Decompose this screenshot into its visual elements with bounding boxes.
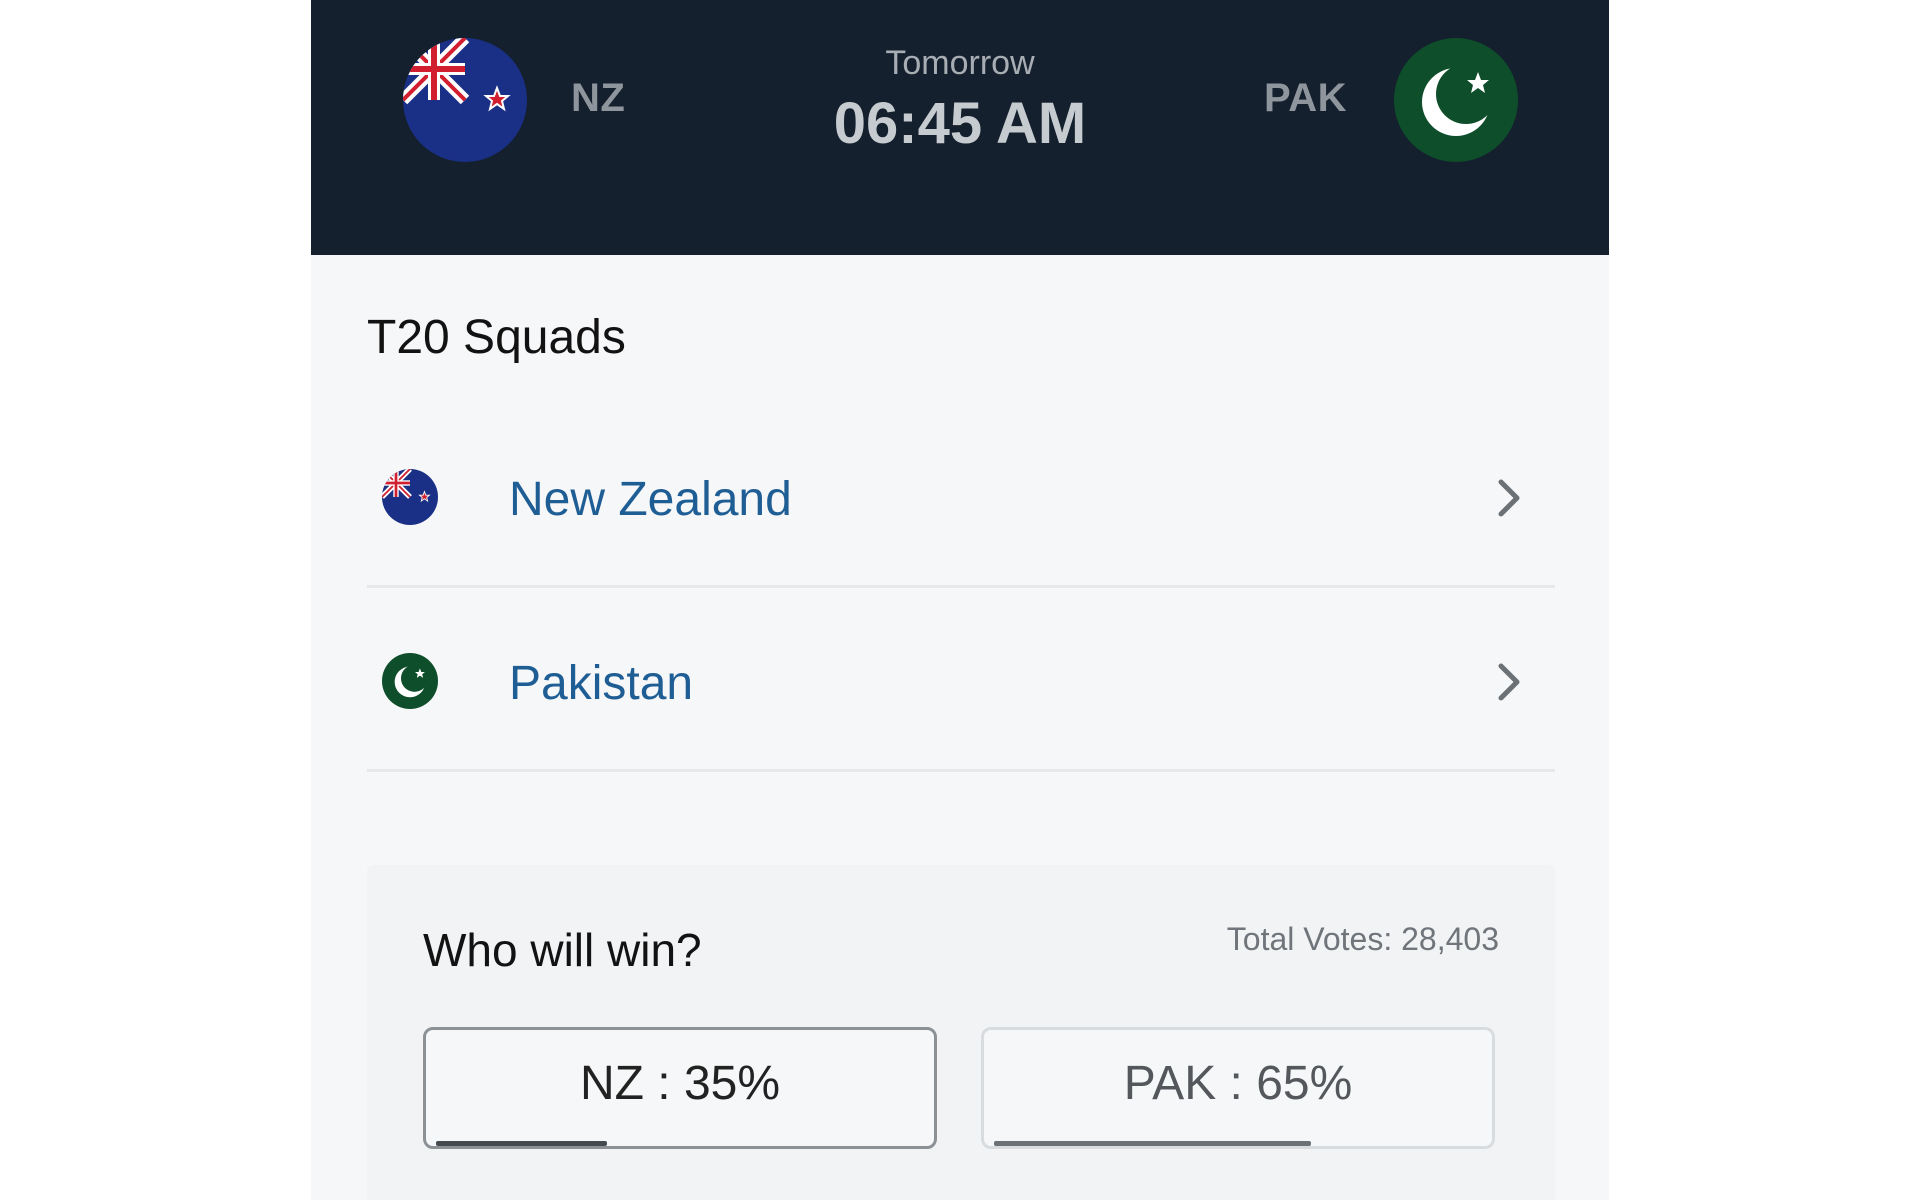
match-header: NZ Tomorrow 06:45 AM PAK [311, 0, 1609, 255]
vote-progress-fill [994, 1141, 1312, 1146]
squad-name: Pakistan [509, 657, 694, 710]
vote-pak-button[interactable]: PAK : 65% [981, 1027, 1495, 1149]
squad-row-pakistan[interactable]: Pakistan [367, 590, 1555, 772]
poll-title: Who will win? [423, 924, 702, 976]
vote-label: NZ : 35% [579, 1057, 781, 1110]
poll-total-votes: Total Votes: 28,403 [1226, 921, 1499, 957]
vote-progress-track [994, 1141, 1482, 1146]
win-poll: Who will win? Total Votes: 28,403 NZ : 3… [367, 865, 1555, 1200]
chevron-right-icon [1491, 662, 1527, 702]
new-zealand-flag-icon [382, 469, 438, 525]
vote-nz-button[interactable]: NZ : 35% [423, 1027, 937, 1149]
vote-progress-fill [436, 1141, 607, 1146]
chevron-right-icon [1491, 478, 1527, 518]
pakistan-flag-icon [382, 653, 438, 709]
vote-label: PAK : 65% [1123, 1057, 1353, 1110]
squad-row-new-zealand[interactable]: New Zealand [367, 406, 1555, 588]
pakistan-flag-icon [1394, 38, 1518, 162]
squad-name: New Zealand [509, 473, 792, 526]
squads-title: T20 Squads [367, 311, 626, 364]
away-team-code: PAK [1264, 76, 1347, 120]
vote-progress-track [436, 1141, 924, 1146]
match-card: NZ Tomorrow 06:45 AM PAK T20 Squads New … [311, 0, 1609, 1200]
